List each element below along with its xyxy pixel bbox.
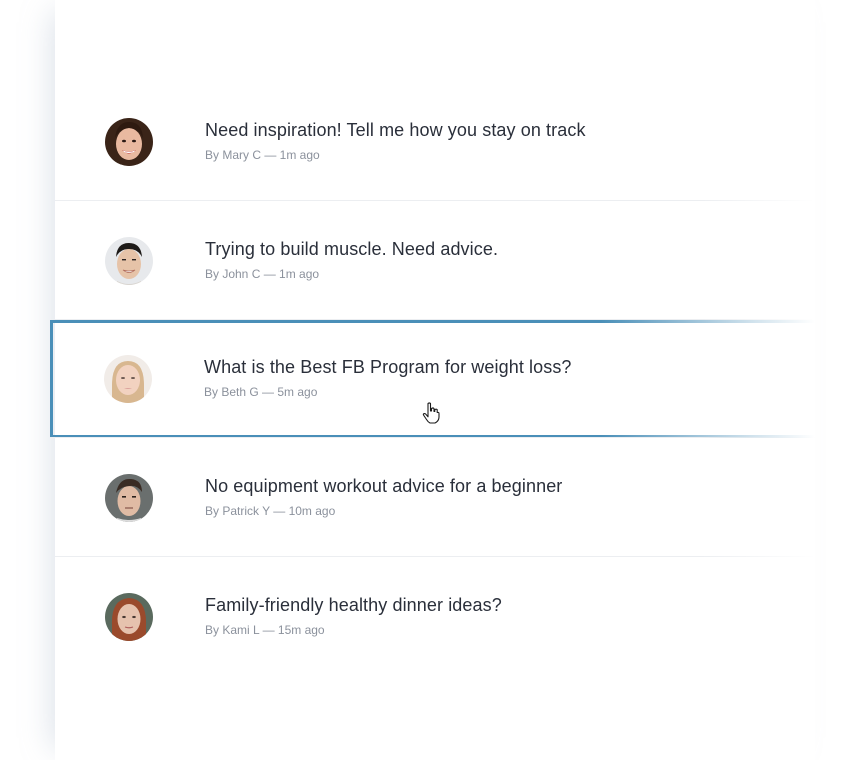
- thread-title[interactable]: No equipment workout advice for a beginn…: [205, 475, 562, 497]
- thread-list: Need inspiration! Tell me how you stay o…: [50, 82, 815, 676]
- thread-title[interactable]: Trying to build muscle. Need advice.: [205, 238, 498, 260]
- thread-item[interactable]: Trying to build muscle. Need advice. By …: [55, 201, 815, 320]
- thread-title[interactable]: Need inspiration! Tell me how you stay o…: [205, 119, 586, 141]
- thread-title[interactable]: What is the Best FB Program for weight l…: [204, 356, 572, 378]
- thread-meta: By Kami L — 15m ago: [205, 623, 325, 637]
- thread-meta: By John C — 1m ago: [205, 267, 320, 281]
- thread-meta: By Beth G — 5m ago: [204, 385, 318, 399]
- avatar: [105, 592, 153, 641]
- thread-meta: By Mary C — 1m ago: [205, 148, 320, 162]
- thread-title[interactable]: Family-friendly healthy dinner ideas?: [205, 594, 502, 616]
- avatar: [104, 355, 152, 403]
- selection-border-left: [50, 320, 53, 438]
- thread-item[interactable]: Family-friendly healthy dinner ideas? By…: [55, 557, 815, 676]
- avatar: [105, 473, 153, 522]
- thread-item[interactable]: No equipment workout advice for a beginn…: [55, 438, 815, 557]
- hand-pointer-cursor-icon: [422, 402, 440, 424]
- thread-item[interactable]: Need inspiration! Tell me how you stay o…: [55, 82, 815, 201]
- avatar: [105, 236, 153, 285]
- selection-border-top: [50, 320, 815, 323]
- forum-page: Need inspiration! Tell me how you stay o…: [0, 0, 860, 760]
- avatar: [105, 117, 153, 166]
- thread-meta: By Patrick Y — 10m ago: [205, 504, 336, 518]
